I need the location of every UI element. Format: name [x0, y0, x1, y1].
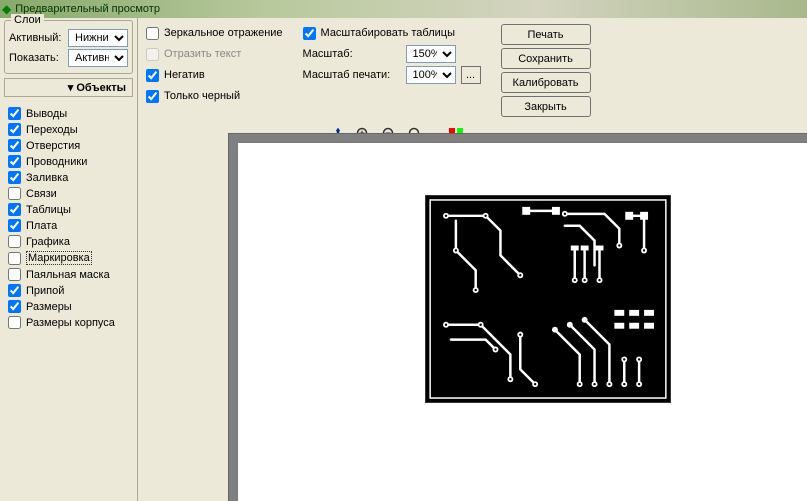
content-area: Зеркальное отражение Отразить текст Нега…: [138, 18, 807, 501]
active-layer-select[interactable]: Нижний: [68, 29, 128, 47]
show-label: Показать:: [9, 52, 64, 64]
mirror-label: Зеркальное отражение: [164, 27, 283, 39]
pcb-preview: [425, 195, 671, 403]
object-label: Маркировка: [26, 251, 92, 265]
object-item: Выводы: [6, 106, 131, 121]
object-checkbox[interactable]: [8, 219, 21, 232]
layers-group: Слои Активный: Нижний Показать: Активный: [4, 20, 133, 74]
options-bar: Зеркальное отражение Отразить текст Нега…: [138, 18, 807, 123]
print-scale-browse-button[interactable]: ...: [461, 66, 481, 84]
object-label: Связи: [26, 188, 57, 200]
object-checkbox[interactable]: [8, 155, 21, 168]
active-label: Активный:: [9, 32, 64, 44]
object-item: Связи: [6, 186, 131, 201]
object-item: Размеры: [6, 299, 131, 314]
preview-area[interactable]: [228, 133, 807, 501]
object-item: Плата: [6, 218, 131, 233]
object-label: Отверстия: [26, 140, 80, 152]
object-checkbox[interactable]: [8, 187, 21, 200]
negative-checkbox[interactable]: [146, 69, 159, 82]
object-label: Размеры: [26, 301, 72, 313]
titlebar: ◆ Предварительный просмотр: [0, 0, 807, 18]
object-item: Переходы: [6, 122, 131, 137]
object-checkbox[interactable]: [8, 139, 21, 152]
mirror-checkbox[interactable]: [146, 27, 159, 40]
print-scale-label: Масштаб печати:: [303, 69, 401, 81]
object-label: Заливка: [26, 172, 68, 184]
object-label: Плата: [26, 220, 57, 232]
scale-tables-checkbox[interactable]: [303, 27, 316, 40]
print-scale-select[interactable]: 100%: [406, 66, 456, 84]
object-item: Заливка: [6, 170, 131, 185]
calibrate-button[interactable]: Калибровать: [501, 72, 591, 93]
object-item: Отверстия: [6, 138, 131, 153]
object-item: Таблицы: [6, 202, 131, 217]
object-checkbox[interactable]: [8, 235, 21, 248]
layers-group-title: Слои: [11, 14, 44, 26]
object-item: Паяльная маска: [6, 267, 131, 282]
save-button[interactable]: Сохранить: [501, 48, 591, 69]
object-item: Графика: [6, 234, 131, 249]
object-checkbox[interactable]: [8, 268, 21, 281]
object-checkbox[interactable]: [8, 203, 21, 216]
app-icon: ◆: [2, 2, 11, 16]
show-layer-select[interactable]: Активный: [68, 49, 128, 67]
object-checkbox[interactable]: [8, 316, 21, 329]
negative-label: Негатив: [164, 69, 205, 81]
scale-select[interactable]: 150%: [406, 45, 456, 63]
object-item: Припой: [6, 283, 131, 298]
close-button[interactable]: Закрыть: [501, 96, 591, 117]
black-only-label: Только черный: [164, 90, 240, 102]
black-only-checkbox[interactable]: [146, 90, 159, 103]
object-item: Маркировка: [6, 250, 131, 266]
object-checkbox[interactable]: [8, 107, 21, 120]
object-checkbox[interactable]: [8, 284, 21, 297]
object-label: Проводники: [26, 156, 87, 168]
object-label: Выводы: [26, 108, 67, 120]
scale-label: Масштаб:: [303, 48, 401, 60]
object-label: Размеры корпуса: [26, 317, 115, 329]
object-label: Переходы: [26, 124, 78, 136]
objects-toggle[interactable]: ▾ Объекты: [4, 78, 133, 97]
object-checkbox[interactable]: [8, 171, 21, 184]
object-checkbox[interactable]: [8, 300, 21, 313]
mirror-text-label: Отразить текст: [164, 48, 241, 60]
print-button[interactable]: Печать: [501, 24, 591, 45]
object-item: Проводники: [6, 154, 131, 169]
object-label: Припой: [26, 285, 64, 297]
object-checkbox[interactable]: [8, 252, 21, 265]
preview-page: [238, 143, 807, 501]
object-item: Размеры корпуса: [6, 315, 131, 330]
object-label: Паяльная маска: [26, 269, 110, 281]
object-label: Графика: [26, 236, 70, 248]
main: Слои Активный: Нижний Показать: Активный…: [0, 18, 807, 501]
object-checkbox[interactable]: [8, 123, 21, 136]
scale-tables-label: Масштабировать таблицы: [321, 27, 455, 39]
mirror-text-checkbox: [146, 48, 159, 61]
sidebar: Слои Активный: Нижний Показать: Активный…: [0, 18, 138, 501]
object-label: Таблицы: [26, 204, 71, 216]
objects-checklist: Выводы Переходы Отверстия Проводники Заливка…: [4, 103, 133, 333]
